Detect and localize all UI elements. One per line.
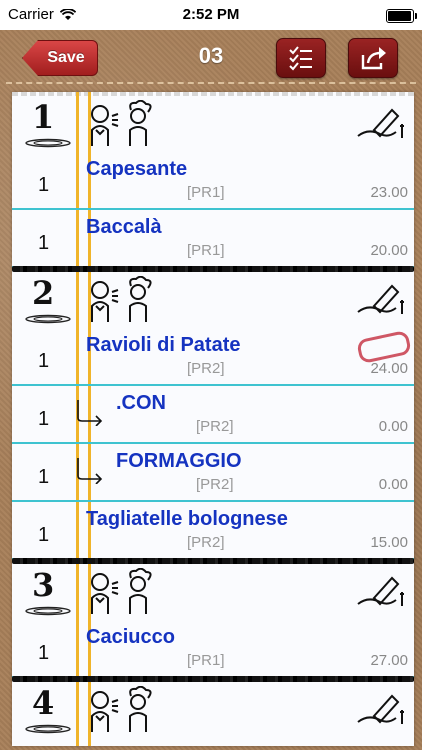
- course-number: 3: [32, 566, 55, 604]
- item-name: Capesante: [86, 158, 188, 180]
- waiter-chef-icon: [91, 686, 152, 732]
- item-name: Caciucco: [86, 626, 175, 648]
- save-button-label: Save: [47, 49, 85, 66]
- status-bar: Carrier 2:52 PM: [0, 0, 422, 30]
- item-quantity: 1: [38, 524, 50, 546]
- item-quantity: 1: [38, 642, 50, 664]
- order-row[interactable]: 1 .CON [PR2] 0.00: [12, 384, 414, 444]
- order-row[interactable]: 1 Tagliatelle bolognese [PR2] 15.00: [12, 500, 414, 560]
- item-name: Baccalà: [86, 216, 162, 238]
- item-price: 27.00: [370, 652, 408, 669]
- order-row[interactable]: 1 Capesante [PR1] 23.00: [12, 150, 414, 210]
- checklist-button[interactable]: [276, 38, 326, 78]
- plate-icon: [25, 724, 71, 734]
- item-quantity: 1: [38, 232, 50, 254]
- order-sheet: 1 1 Capesante [PR1] 23.00 1 Baccalà [PR1…: [12, 92, 414, 746]
- waiter-chef-icon: [91, 568, 152, 614]
- battery-level-fill: [388, 11, 411, 21]
- item-quantity: 1: [38, 408, 50, 430]
- item-printer-code: [PR1]: [187, 652, 225, 669]
- order-number-title: 03: [198, 43, 224, 68]
- item-price: 15.00: [370, 534, 408, 551]
- course-number: 1: [32, 98, 55, 136]
- course-header-3[interactable]: 3: [12, 564, 414, 620]
- item-name: Tagliatelle bolognese: [86, 508, 288, 530]
- course-number: 2: [32, 274, 55, 312]
- edit-pencil-icon[interactable]: [356, 570, 406, 610]
- item-name: FORMAGGIO: [116, 450, 242, 472]
- item-price: 23.00: [370, 184, 408, 201]
- order-row[interactable]: 1 Baccalà [PR1] 20.00: [12, 208, 414, 268]
- item-quantity: 1: [38, 174, 50, 196]
- item-name: .CON: [116, 392, 166, 414]
- item-quantity: 1: [38, 466, 50, 488]
- item-printer-code: [PR2]: [196, 476, 234, 493]
- item-printer-code: [PR2]: [196, 418, 234, 435]
- order-row[interactable]: 1 Ravioli di Patate [PR2] 24.00: [12, 326, 414, 386]
- plate-icon: [25, 138, 71, 148]
- course-header-2[interactable]: 2: [12, 272, 414, 328]
- waiter-chef-icon: [91, 100, 152, 146]
- course-header-4[interactable]: 4: [12, 682, 414, 738]
- share-icon: [361, 47, 386, 70]
- share-button[interactable]: [348, 38, 398, 78]
- item-quantity: 1: [38, 350, 50, 372]
- item-printer-code: [PR1]: [187, 242, 225, 259]
- order-row[interactable]: 1 Caciucco [PR1] 27.00: [12, 618, 414, 678]
- course-number: 4: [32, 684, 55, 722]
- edit-pencil-icon[interactable]: [356, 688, 406, 728]
- item-name: Ravioli di Patate: [86, 334, 241, 356]
- waiter-chef-icon: [91, 276, 152, 322]
- save-button[interactable]: Save: [22, 40, 98, 76]
- stitching: [6, 82, 416, 84]
- sub-item-arrow-icon: [77, 400, 103, 426]
- plate-icon: [25, 314, 71, 324]
- checklist-icon: [289, 46, 312, 71]
- order-row[interactable]: 1 FORMAGGIO [PR2] 0.00: [12, 442, 414, 502]
- edit-pencil-icon[interactable]: [356, 278, 406, 318]
- item-price: 20.00: [370, 242, 408, 259]
- plate-icon: [25, 606, 71, 616]
- battery-icon: [386, 9, 417, 23]
- course-header-1[interactable]: 1: [12, 96, 414, 152]
- item-price: 0.00: [378, 476, 408, 493]
- sub-item-arrow-icon: [77, 458, 103, 484]
- paperclip-icon: [356, 329, 412, 365]
- status-time: 2:52 PM: [182, 6, 240, 23]
- item-printer-code: [PR2]: [187, 360, 225, 377]
- item-price: 24.00: [370, 360, 408, 377]
- item-price: 0.00: [378, 418, 408, 435]
- item-printer-code: [PR1]: [187, 184, 225, 201]
- edit-pencil-icon[interactable]: [356, 102, 406, 142]
- item-printer-code: [PR2]: [187, 534, 225, 551]
